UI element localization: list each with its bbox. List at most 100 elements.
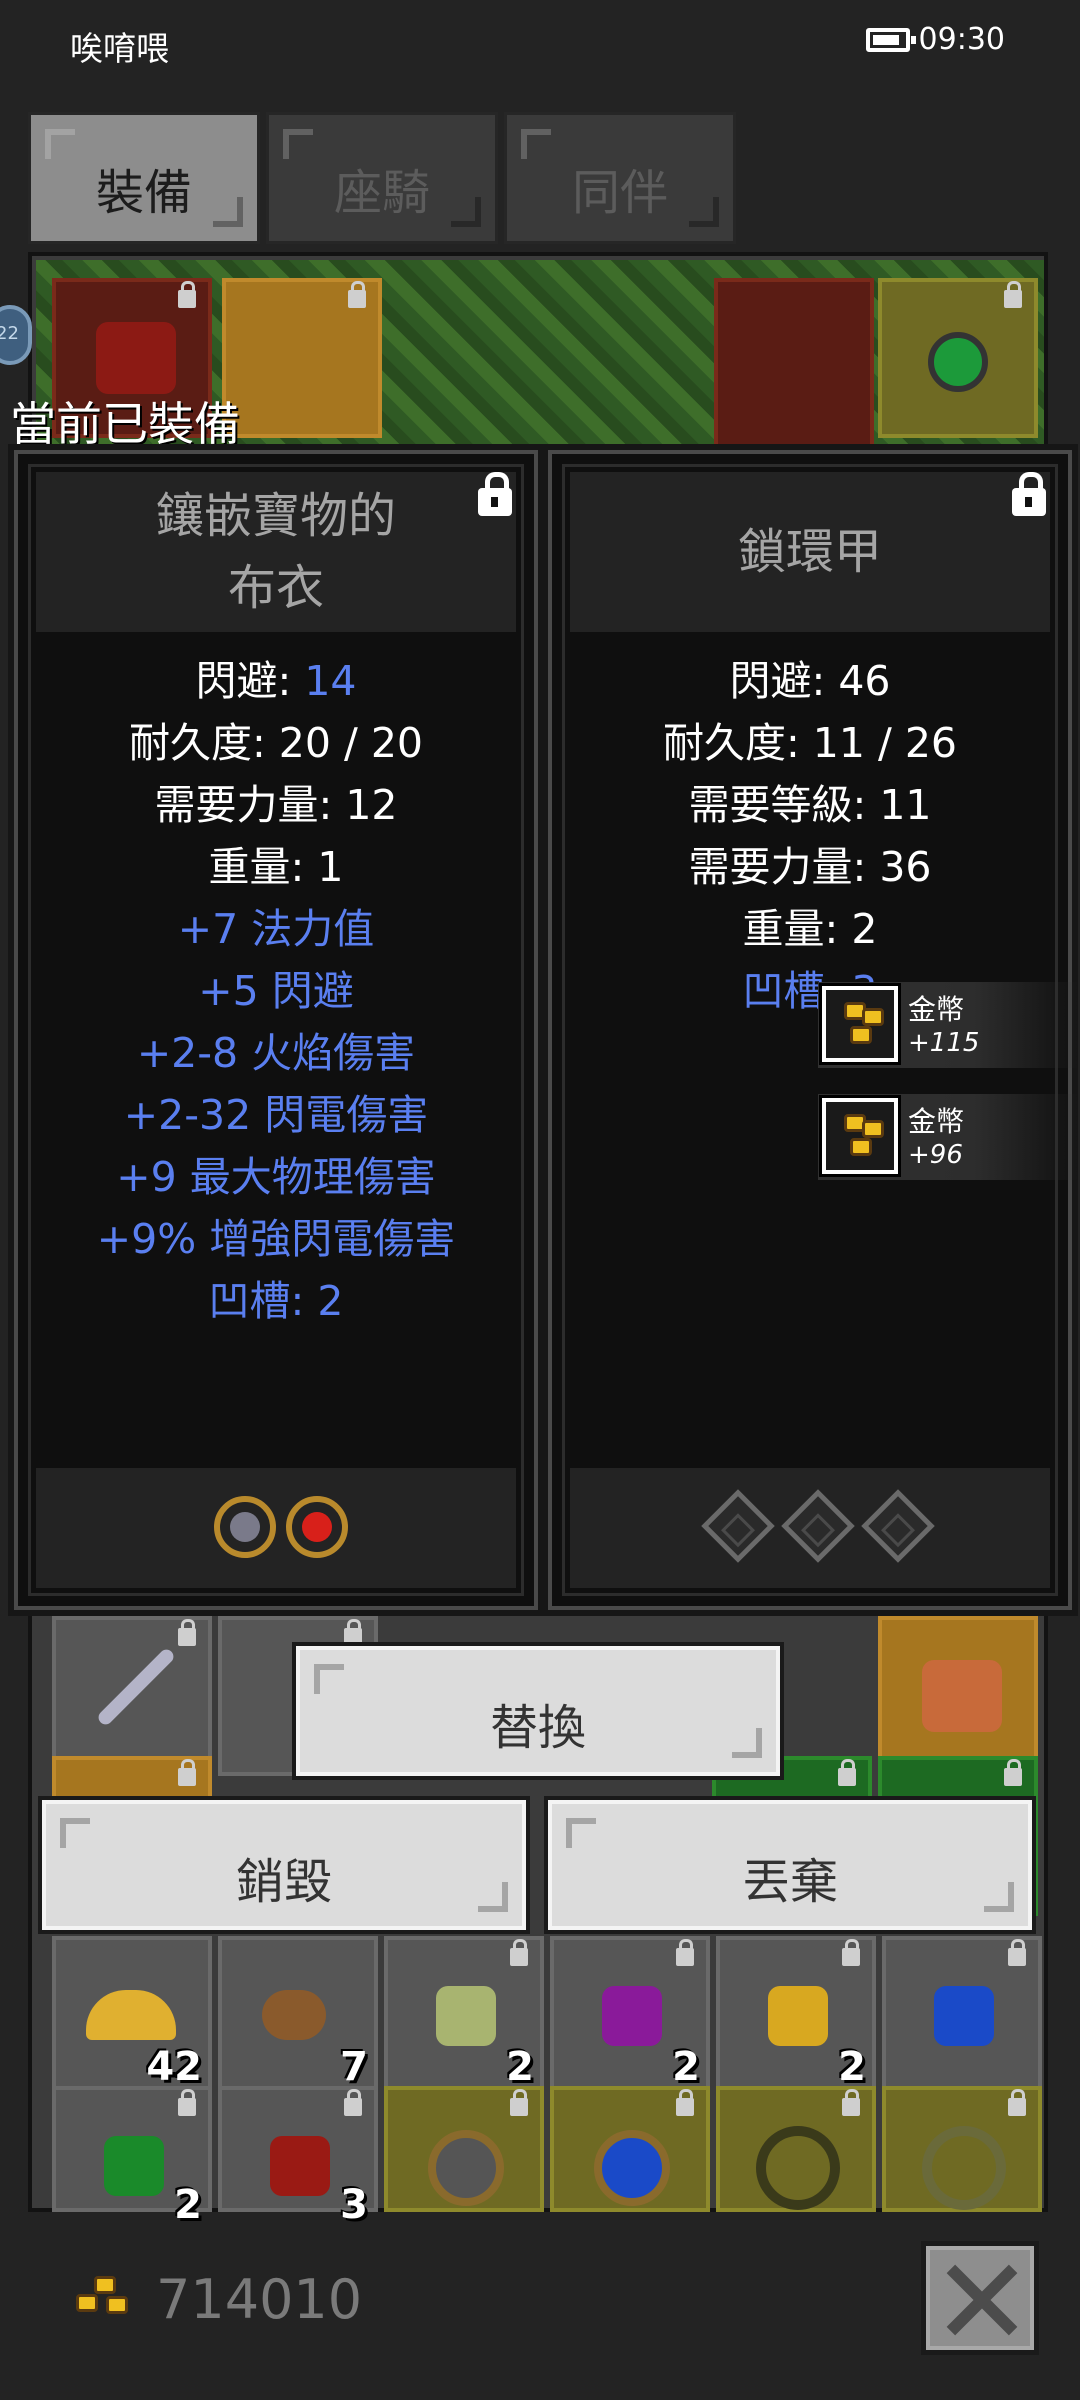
inventory-slot-gem-green[interactable]: 2 <box>52 2086 212 2228</box>
stat-str-req: 需要力量: 36 <box>688 843 932 891</box>
mod-lightning-boost: +9% 增強閃電傷害 <box>96 1215 456 1263</box>
button-label: 銷毀 <box>235 1854 332 1910</box>
tab-label: 座騎 <box>333 165 430 221</box>
stat-dodge: 閃避: 14 <box>195 657 357 705</box>
item-name-line: 鎖環甲 <box>737 524 882 580</box>
weapon-slot[interactable] <box>222 278 382 438</box>
stat-weight: 重量: 1 <box>208 843 344 891</box>
empty-socket-icon <box>781 1489 855 1563</box>
item-name: 鎖環甲 <box>570 472 1050 632</box>
lock-icon <box>1004 1759 1022 1786</box>
item-card-cloth: 鑲嵌寶物的 布衣 閃避: 14 耐久度: 20 / 20 需要力量: 12 重量… <box>8 444 544 1616</box>
armor-slot[interactable] <box>714 278 874 458</box>
lock-icon <box>348 281 366 308</box>
gem-icon <box>602 1986 662 2046</box>
stat-str-req: 需要力量: 12 <box>154 781 398 829</box>
tab-mount[interactable]: 座騎 <box>266 112 498 244</box>
lock-icon <box>510 2089 528 2116</box>
notification-value: +96 <box>908 1140 963 1170</box>
rune-icon <box>922 2126 1006 2210</box>
lock-icon[interactable] <box>1012 472 1046 516</box>
lock-icon <box>842 2089 860 2116</box>
lock-icon <box>178 281 196 308</box>
inventory-slot-rune-2[interactable] <box>882 2086 1042 2212</box>
inventory-slot-gem-yellow[interactable]: 2 <box>716 1936 876 2096</box>
socket-bar <box>36 1468 516 1588</box>
inventory-slot-ring-gray[interactable] <box>384 2086 544 2212</box>
game-screen: 唉唷喂 09:30 裝備 座騎 同伴 42 7 2 2 2 2 3 22 當前已… <box>0 0 1080 2400</box>
notification-title: 金幣 <box>908 1105 965 1138</box>
lock-icon <box>838 1759 856 1786</box>
item-count: 42 <box>146 2044 202 2090</box>
gem-icon <box>436 1986 496 2046</box>
item-stats: 閃避: 46 耐久度: 11 / 26 需要等級: 11 需要力量: 36 重量… <box>552 650 1068 1022</box>
item-count: 2 <box>838 2044 866 2090</box>
inventory-slot-gem-red[interactable]: 3 <box>218 2086 378 2228</box>
mod-fire-damage: +2-8 火焰傷害 <box>136 1029 416 1077</box>
amulet-slot[interactable] <box>878 278 1038 438</box>
stat-level-req: 需要等級: 11 <box>688 781 932 829</box>
red-gem-icon <box>286 1496 348 1558</box>
mod-mana: +7 法力值 <box>177 905 375 953</box>
tab-equipment[interactable]: 裝備 <box>28 112 260 244</box>
inventory-slot-gem-yellowgreen[interactable]: 2 <box>384 1936 544 2096</box>
item-count: 7 <box>340 2044 368 2090</box>
gem-icon <box>104 2136 164 2196</box>
battery-icon <box>866 28 916 52</box>
item-stats: 閃避: 14 耐久度: 20 / 20 需要力量: 12 重量: 1 +7 法力… <box>18 650 534 1332</box>
item-name: 鑲嵌寶物的 布衣 <box>36 472 516 632</box>
lock-icon <box>1008 2089 1026 2116</box>
item-name-line: 鑲嵌寶物的 <box>155 488 396 544</box>
ring-icon <box>428 2130 504 2206</box>
gem-icon <box>934 1986 994 2046</box>
side-orb-icon[interactable]: 22 <box>0 305 32 365</box>
gem-icon <box>270 2136 330 2196</box>
inventory-slot-ring-blue[interactable] <box>550 2086 710 2212</box>
sword-icon <box>95 1646 177 1728</box>
lock-icon <box>344 2089 362 2116</box>
replace-button[interactable]: 替換 <box>292 1642 784 1780</box>
stat-durability: 耐久度: 11 / 26 <box>662 719 958 767</box>
item-name-line: 布衣 <box>227 560 324 616</box>
rune-icon <box>756 2126 840 2210</box>
item-count: 2 <box>672 2044 700 2090</box>
inventory-slot-sword[interactable] <box>52 1616 212 1776</box>
tab-label: 同伴 <box>571 165 668 221</box>
inventory-slot-gold-pile[interactable]: 42 <box>52 1936 212 2096</box>
hat-icon <box>96 322 176 394</box>
inventory-slot-scroll[interactable] <box>878 1616 1038 1776</box>
ore-icon <box>262 1990 326 2040</box>
side-orb-text: 22 <box>0 323 19 344</box>
inventory-slot-rune[interactable] <box>716 2086 876 2212</box>
tab-companion[interactable]: 同伴 <box>504 112 736 244</box>
mod-lightning-damage: +2-32 閃電傷害 <box>123 1091 429 1139</box>
lock-icon <box>510 1939 528 1966</box>
lock-icon[interactable] <box>478 472 512 516</box>
gold-pile-icon <box>86 1990 176 2040</box>
empty-socket-icon <box>701 1489 775 1563</box>
stat-weight: 重量: 2 <box>742 905 878 953</box>
close-button[interactable] <box>921 2241 1039 2355</box>
socket-bar <box>570 1468 1050 1588</box>
lock-icon <box>842 1939 860 1966</box>
gold-coins-icon <box>819 983 901 1065</box>
ring-icon <box>594 2130 670 2206</box>
equipped-label: 當前已裝備 <box>10 397 240 451</box>
mod-sockets: 凹槽: 2 <box>208 1277 344 1325</box>
carrier-label: 唉唷喂 <box>70 29 169 68</box>
lock-icon <box>344 1619 362 1646</box>
inventory-slot-ore[interactable]: 7 <box>218 1936 378 2096</box>
lock-icon <box>676 2089 694 2116</box>
destroy-button[interactable]: 銷毀 <box>38 1796 530 1934</box>
gem-icon <box>768 1986 828 2046</box>
stat-dodge: 閃避: 46 <box>729 657 891 705</box>
lock-icon <box>676 1939 694 1966</box>
mod-dodge: +5 閃避 <box>198 967 354 1015</box>
amulet-icon <box>928 332 988 392</box>
tab-label: 裝備 <box>95 165 192 221</box>
discard-button[interactable]: 丟棄 <box>544 1796 1036 1934</box>
empty-socket-icon <box>861 1489 935 1563</box>
inventory-slot-gem-purple[interactable]: 2 <box>550 1936 710 2096</box>
lock-icon <box>178 1619 196 1646</box>
inventory-slot-gem-blue[interactable] <box>882 1936 1042 2096</box>
